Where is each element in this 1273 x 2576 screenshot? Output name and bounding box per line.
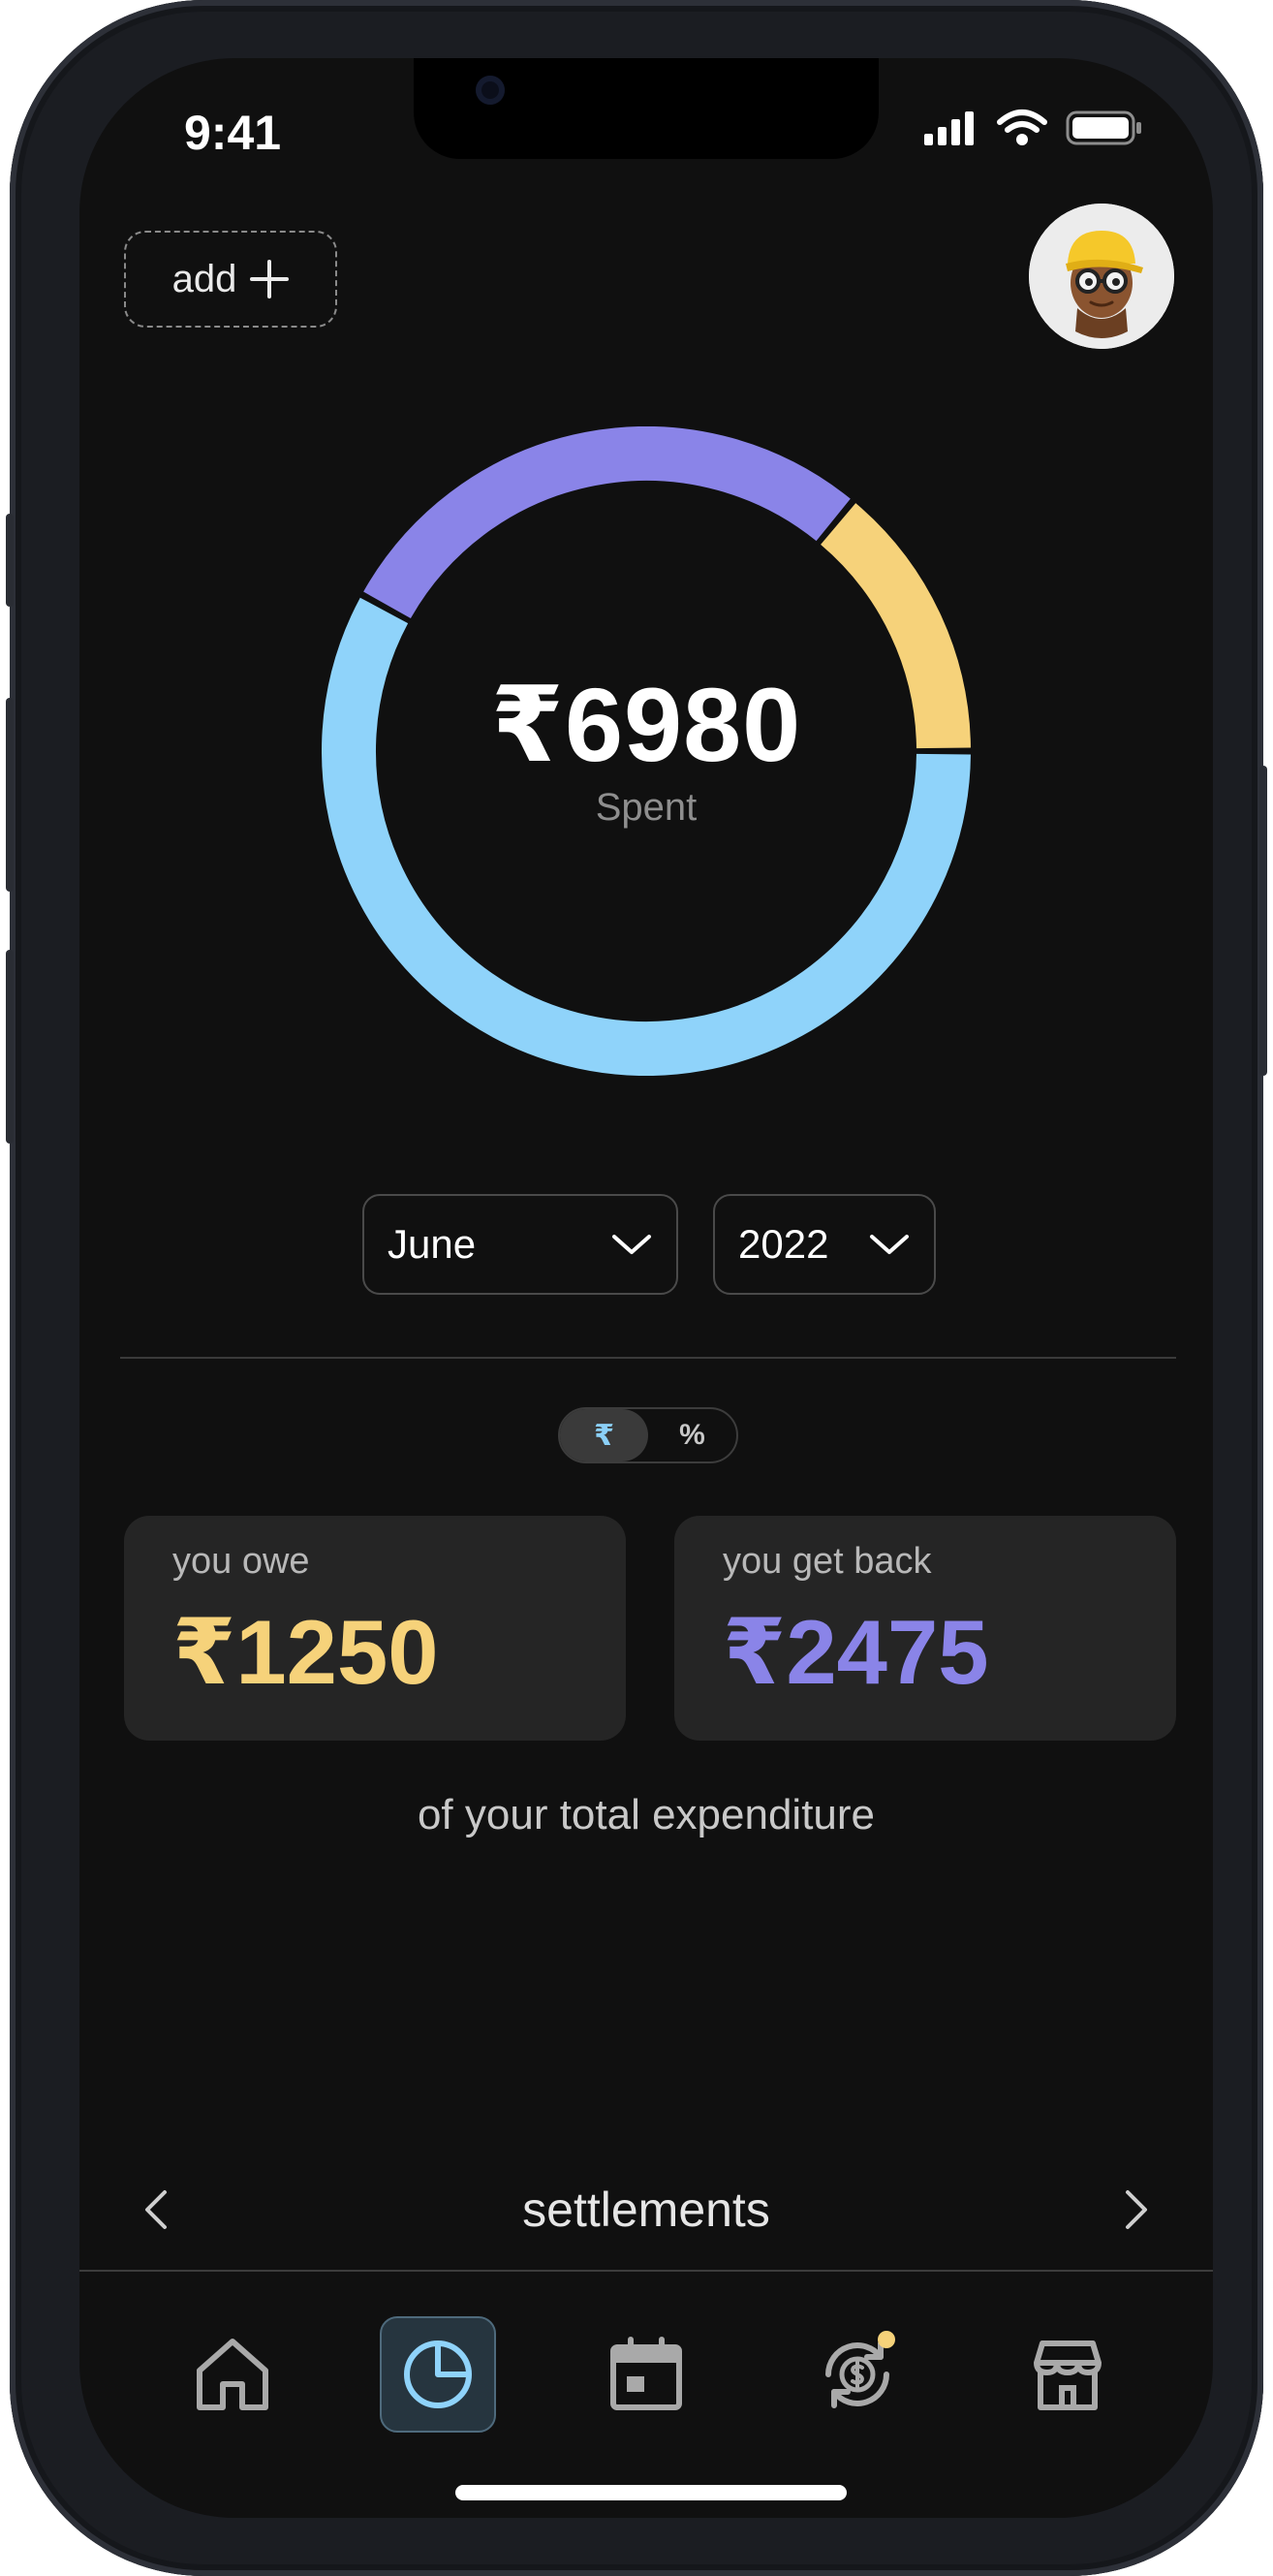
screen: 9:41 add ₹6980 Spent June 2022 ₹ % you o… [79, 58, 1213, 2518]
month-value: June [388, 1221, 477, 1267]
status-icons [922, 109, 1143, 147]
side-button-volume-down [6, 950, 14, 1144]
notch [414, 58, 879, 159]
tab-calendar[interactable] [588, 2316, 704, 2433]
settlements-title: settlements [522, 2183, 770, 2237]
year-select[interactable]: 2022 [713, 1194, 936, 1295]
you-get-back-label: you get back [723, 1541, 932, 1582]
spent-label: Spent [595, 785, 698, 829]
tab-settlements[interactable] [799, 2316, 916, 2433]
expenditure-caption: of your total expenditure [417, 1791, 876, 1838]
side-button-power [1259, 766, 1267, 1076]
add-button[interactable]: add [124, 231, 337, 328]
donut-center: ₹6980 Spent [322, 426, 971, 1076]
side-button-mute [6, 514, 14, 607]
month-select[interactable]: June [362, 1194, 678, 1295]
camera-icon [476, 76, 505, 105]
settlement-icon [825, 2331, 895, 2408]
spending-donut-chart: ₹6980 Spent [322, 426, 971, 1076]
toggle-currency[interactable]: ₹ [560, 1409, 648, 1461]
tab-store[interactable] [1009, 2316, 1126, 2433]
tab-bar-divider [79, 2270, 1213, 2272]
store-icon [1034, 2340, 1102, 2410]
toggle-percent[interactable]: % [648, 1409, 736, 1461]
chevron-left-icon[interactable] [138, 2186, 176, 2233]
home-icon [197, 2339, 268, 2410]
pie-chart-icon [404, 2340, 472, 2408]
year-value: 2022 [738, 1221, 829, 1267]
phone-frame: 9:41 add ₹6980 Spent June 2022 ₹ % you o… [6, 0, 1267, 2576]
add-label: add [171, 257, 237, 300]
signal-icon [924, 111, 974, 145]
you-get-back-value: ₹2475 [723, 1601, 989, 1703]
calendar-icon [610, 2337, 682, 2410]
tab-stats[interactable] [380, 2316, 496, 2433]
battery-icon [1066, 110, 1141, 145]
status-time: 9:41 [184, 106, 282, 160]
tab-bar [79, 2316, 1213, 2452]
unit-toggle[interactable]: ₹ % [558, 1407, 738, 1463]
wifi-icon [997, 110, 1047, 145]
home-indicator[interactable] [455, 2485, 847, 2500]
divider [120, 1357, 1176, 1359]
you-owe-label: you owe [172, 1541, 310, 1582]
tab-home[interactable] [174, 2316, 291, 2433]
avatar[interactable] [1029, 204, 1174, 349]
chevron-right-icon[interactable] [1116, 2186, 1155, 2233]
plus-icon [250, 260, 290, 298]
spent-amount: ₹6980 [490, 665, 802, 783]
side-button-volume-up [6, 698, 14, 892]
settlements-pager: settlements [79, 2171, 1213, 2248]
you-get-back-card[interactable]: you get back ₹2475 [674, 1516, 1176, 1741]
you-owe-card[interactable]: you owe ₹1250 [124, 1516, 626, 1741]
you-owe-value: ₹1250 [172, 1601, 439, 1703]
avatar-memoji-icon [1029, 204, 1174, 349]
chevron-down-icon [870, 1235, 909, 1254]
chevron-down-icon [612, 1235, 651, 1254]
